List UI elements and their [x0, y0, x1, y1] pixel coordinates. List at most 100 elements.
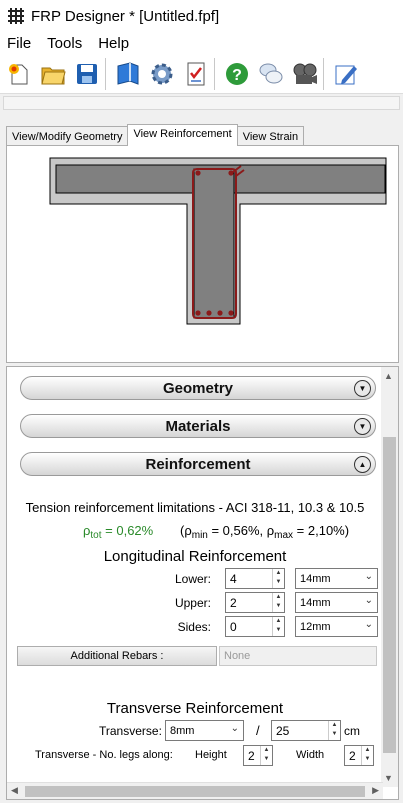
tension-limits-text: Tension reinforcement limitations - ACI … — [25, 500, 365, 515]
sides-diameter-select[interactable]: 12mm ⌄ — [295, 616, 378, 637]
scroll-thumb[interactable] — [25, 786, 365, 797]
geometry-section-header[interactable]: Geometry ▼ — [20, 376, 376, 400]
toolbar-separator — [214, 57, 215, 90]
spin-up-icon[interactable]: ▲ — [261, 746, 272, 755]
rebar-upper — [228, 170, 234, 176]
legs-label: Transverse - No. legs along: — [35, 749, 173, 761]
chat-icon — [259, 63, 283, 83]
chevron-down-icon[interactable]: ▼ — [354, 380, 371, 397]
app-icon — [8, 8, 24, 24]
spin-up-icon[interactable]: ▲ — [273, 569, 284, 578]
rebar-upper — [195, 170, 201, 176]
spin-down-icon[interactable]: ▼ — [273, 602, 284, 611]
vertical-scrollbar[interactable]: ▲ ▼ — [381, 367, 398, 787]
scroll-down-icon[interactable]: ▼ — [384, 773, 393, 783]
longitudinal-heading: Longitudinal Reinforcement — [103, 548, 287, 565]
sides-count-stepper[interactable]: 0 ▲ ▼ — [225, 616, 285, 637]
sides-diameter-value: 12mm — [300, 621, 331, 633]
lower-diameter-select[interactable]: 14mm ⌄ — [295, 568, 378, 589]
film-icon — [293, 63, 317, 84]
tab-view-modify-geometry[interactable]: View/Modify Geometry — [6, 126, 129, 146]
upper-diameter-select[interactable]: 14mm ⌄ — [295, 592, 378, 613]
transverse-heading: Transverse Reinforcement — [106, 700, 284, 717]
upper-diameter-value: 14mm — [300, 597, 331, 609]
chevron-down-icon: ⌄ — [364, 571, 373, 582]
transverse-diameter-select[interactable]: 8mm ⌄ — [165, 720, 244, 741]
rebar-lower — [228, 310, 234, 316]
edit-button[interactable] — [331, 59, 361, 89]
legs-width-stepper[interactable]: 2 ▲ ▼ — [344, 745, 374, 766]
lower-label: Lower: — [174, 572, 211, 586]
chevron-down-icon[interactable]: ▼ — [354, 418, 371, 435]
rho-range: (ρmin = 0,56%, ρmax = 2,10%) — [180, 523, 350, 541]
geometry-section-label: Geometry — [162, 379, 234, 397]
spin-down-icon[interactable]: ▼ — [362, 755, 373, 764]
settings-button[interactable] — [147, 59, 177, 89]
window-title: FRP Designer * [Untitled.fpf] — [31, 7, 220, 25]
additional-rebars-button[interactable]: Additional Rebars : — [17, 646, 217, 666]
menu-file[interactable]: File — [0, 35, 39, 52]
additional-rebars-field: None — [219, 646, 377, 666]
chevron-down-icon: ⌄ — [364, 595, 373, 606]
spin-down-icon[interactable]: ▼ — [273, 626, 284, 635]
transverse-spacing-value: 25 — [276, 724, 290, 738]
menu-bar: File Tools Help — [0, 32, 403, 54]
toolbar-separator — [105, 57, 106, 90]
scroll-thumb[interactable] — [383, 437, 396, 753]
reinforcement-section-label: Reinforcement — [145, 455, 251, 473]
new-button[interactable] — [4, 59, 34, 89]
menu-help[interactable]: Help — [90, 35, 137, 52]
input-panel: Geometry ▼ Materials ▼ Reinforcement ▲ T… — [6, 366, 399, 800]
spin-down-icon[interactable]: ▼ — [329, 730, 340, 739]
spin-down-icon[interactable]: ▼ — [273, 578, 284, 587]
height-label: Height — [195, 749, 227, 761]
materials-section-header[interactable]: Materials ▼ — [20, 414, 376, 438]
scroll-left-icon[interactable]: ◀ — [11, 785, 18, 796]
toolbar: ? — [0, 54, 403, 94]
manual-button[interactable] — [113, 59, 143, 89]
save-button[interactable] — [72, 59, 102, 89]
tab-view-reinforcement[interactable]: View Reinforcement — [127, 124, 238, 146]
chevron-down-icon: ⌄ — [364, 619, 373, 630]
manual-icon — [117, 61, 139, 85]
chat-button[interactable] — [256, 59, 286, 89]
spin-up-icon[interactable]: ▲ — [273, 617, 284, 626]
legs-height-value: 2 — [248, 749, 255, 763]
film-button[interactable] — [290, 59, 320, 89]
legs-width-value: 2 — [349, 749, 356, 763]
lower-count-stepper[interactable]: 4 ▲ ▼ — [225, 568, 285, 589]
title-bar: FRP Designer * [Untitled.fpf] — [0, 0, 403, 32]
reinforcement-section-header[interactable]: Reinforcement ▲ — [20, 452, 376, 476]
check-button[interactable] — [181, 59, 211, 89]
tbeam-cross-section — [49, 157, 387, 325]
view-tabs: View/Modify Geometry View Reinforcement … — [6, 124, 305, 146]
upper-label: Upper: — [174, 596, 211, 610]
tab-view-strain[interactable]: View Strain — [236, 126, 305, 146]
upper-count-stepper[interactable]: 2 ▲ ▼ — [225, 592, 285, 613]
open-icon — [41, 67, 66, 84]
spacing-unit: cm — [344, 724, 360, 738]
transverse-spacing-stepper[interactable]: 25 ▲ ▼ — [271, 720, 341, 741]
help-button[interactable]: ? — [222, 59, 252, 89]
open-button[interactable] — [38, 59, 68, 89]
reinforcement-view-panel — [6, 145, 399, 363]
spin-up-icon[interactable]: ▲ — [329, 721, 340, 730]
horizontal-scrollbar[interactable]: ◀ ▶ — [7, 782, 383, 799]
materials-section-label: Materials — [165, 417, 231, 435]
settings-icon — [151, 63, 173, 84]
spin-up-icon[interactable]: ▲ — [273, 593, 284, 602]
spin-up-icon[interactable]: ▲ — [362, 746, 373, 755]
scroll-right-icon[interactable]: ▶ — [372, 785, 379, 796]
upper-count-value: 2 — [230, 596, 237, 610]
chevron-up-icon[interactable]: ▲ — [354, 456, 371, 473]
menu-tools[interactable]: Tools — [39, 35, 90, 52]
transverse-label: Transverse: — [99, 724, 162, 738]
spacing-slash: / — [256, 723, 260, 738]
toolbar-separator — [323, 57, 324, 90]
legs-height-stepper[interactable]: 2 ▲ ▼ — [243, 745, 273, 766]
scroll-up-icon[interactable]: ▲ — [384, 371, 393, 381]
check-icon — [187, 62, 205, 85]
sides-count-value: 0 — [230, 620, 237, 634]
spin-down-icon[interactable]: ▼ — [261, 755, 272, 764]
rho-total: ρtot = 0,62% — [83, 523, 154, 541]
